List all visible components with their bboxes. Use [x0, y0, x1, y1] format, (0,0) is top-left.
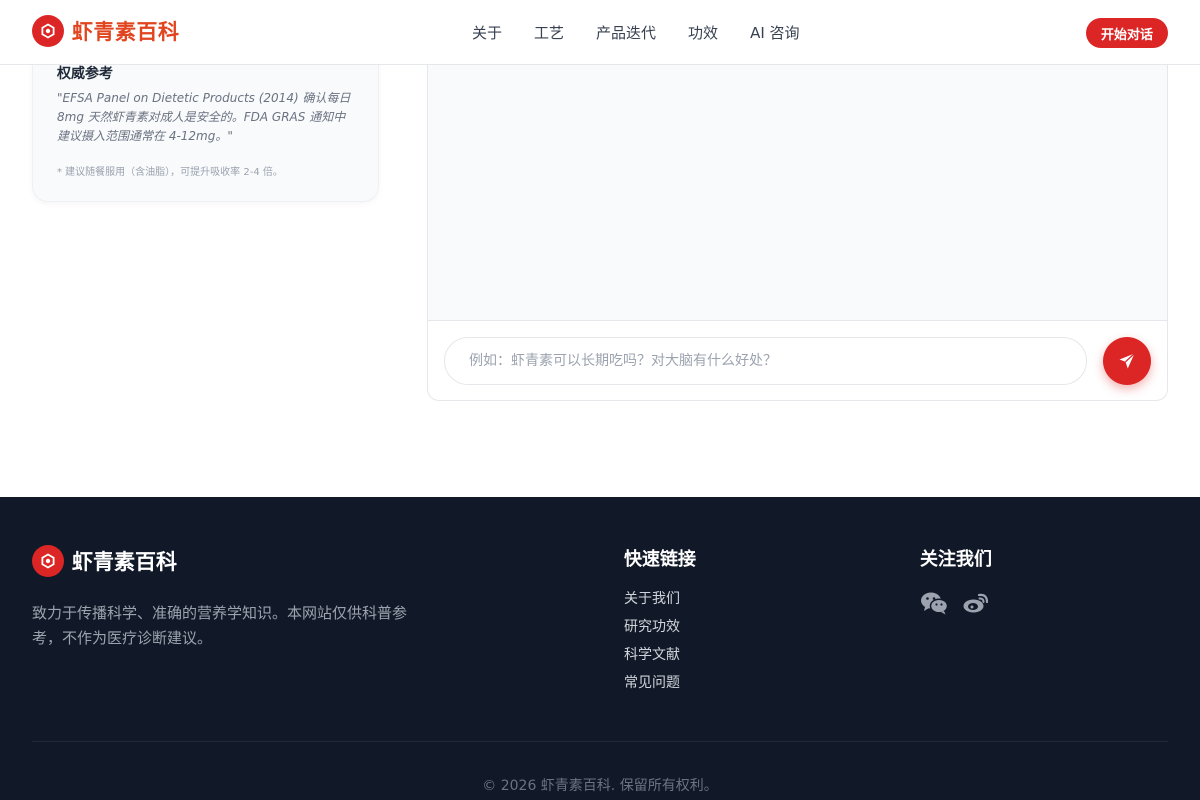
- site-footer: 虾青素百科 致力于传播科学、准确的营养学知识。本网站仅供科普参考，不作为医疗诊断…: [0, 497, 1200, 800]
- footer-link-benefits[interactable]: 研究功效: [624, 617, 680, 645]
- nav-item-product-iterations[interactable]: 产品迭代: [596, 22, 656, 43]
- quick-links-list: 关于我们 研究功效 科学文献 常见问题: [624, 589, 680, 701]
- send-button[interactable]: [1103, 337, 1151, 385]
- nav-item-ai-consult[interactable]: AI 咨询: [750, 22, 799, 43]
- quick-links-title: 快速链接: [624, 549, 696, 570]
- copyright-text: © 2026 虾青素百科. 保留所有权利。: [482, 778, 718, 794]
- chat-input[interactable]: [444, 337, 1087, 385]
- hexagon-molecule-icon: [32, 15, 64, 47]
- reference-card-title: 权威参考: [57, 66, 113, 82]
- footer-brand: 虾青素百科: [32, 545, 177, 577]
- footer-divider: [32, 741, 1168, 742]
- hexagon-molecule-icon: [32, 545, 64, 577]
- main-nav: 关于 工艺 产品迭代 功效 AI 咨询: [472, 22, 832, 43]
- reference-note: * 建议随餐服用（含油脂），可提升吸收率 2-4 倍。: [57, 167, 283, 178]
- footer-link-about[interactable]: 关于我们: [624, 589, 680, 617]
- nav-item-process[interactable]: 工艺: [534, 22, 564, 43]
- footer-link-literature[interactable]: 科学文献: [624, 645, 680, 673]
- social-links: [920, 591, 1004, 615]
- footer-link-faq[interactable]: 常见问题: [624, 673, 680, 701]
- reference-quote: "EFSA Panel on Dietetic Products (2014) …: [57, 91, 351, 143]
- start-chat-button[interactable]: 开始对话: [1086, 18, 1168, 48]
- nav-item-about[interactable]: 关于: [472, 22, 502, 43]
- site-header: 虾青素百科 关于 工艺 产品迭代 功效 AI 咨询 开始对话: [0, 0, 1200, 65]
- footer-brand-name: 虾青素百科: [72, 550, 177, 574]
- nav-item-benefits[interactable]: 功效: [688, 22, 718, 43]
- paper-plane-icon: [1119, 353, 1135, 369]
- brand-name: 虾青素百科: [72, 20, 180, 44]
- follow-us-title: 关注我们: [920, 549, 992, 570]
- weibo-icon[interactable]: [962, 591, 990, 615]
- footer-description: 致力于传播科学、准确的营养学知识。本网站仅供科普参考，不作为医疗诊断建议。: [32, 604, 408, 647]
- brand[interactable]: 虾青素百科: [32, 15, 180, 47]
- wechat-icon[interactable]: [920, 591, 948, 615]
